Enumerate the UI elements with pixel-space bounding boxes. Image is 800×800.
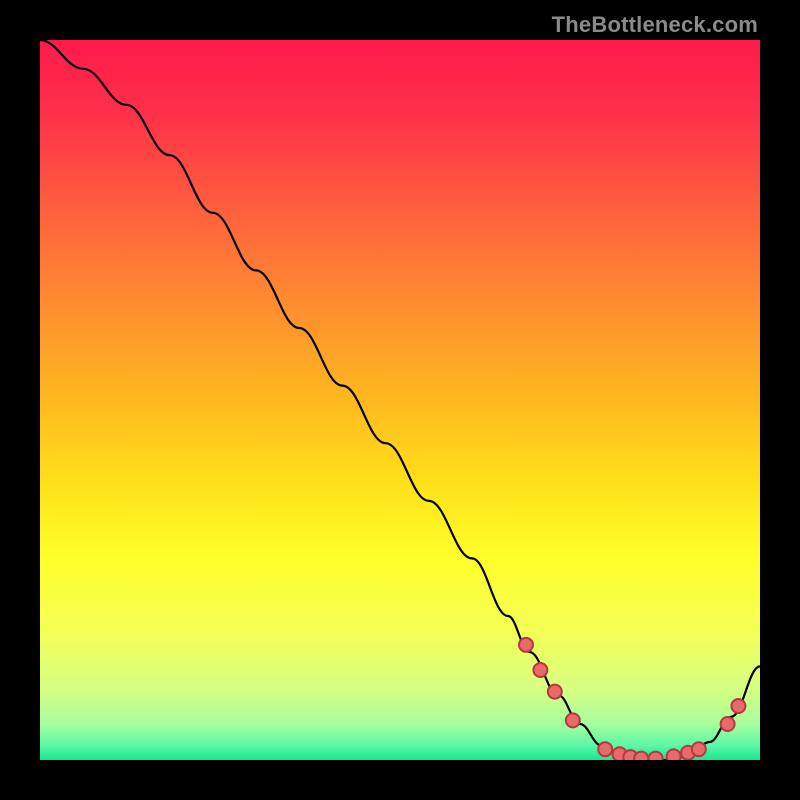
data-marker [566, 713, 580, 727]
data-marker [649, 752, 663, 760]
data-marker [634, 752, 648, 760]
plot-area [40, 40, 760, 760]
bottleneck-curve-path [40, 40, 760, 760]
data-marker [692, 742, 706, 756]
data-marker [533, 663, 547, 677]
plot-overlay [40, 40, 760, 760]
data-marker [731, 699, 745, 713]
data-marker [667, 749, 681, 760]
chart-stage: TheBottleneck.com [0, 0, 800, 800]
data-marker [519, 638, 533, 652]
data-marker [598, 742, 612, 756]
data-marker [548, 685, 562, 699]
watermark-label: TheBottleneck.com [552, 12, 758, 38]
data-marker [721, 717, 735, 731]
plot-frame [40, 40, 760, 760]
